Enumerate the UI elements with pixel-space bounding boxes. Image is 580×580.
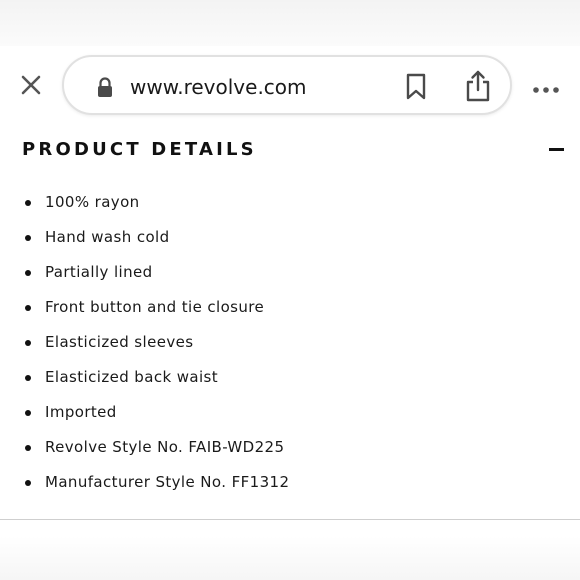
bullet-icon <box>25 340 31 346</box>
close-icon[interactable] <box>17 71 45 99</box>
bullet-icon <box>25 270 31 276</box>
bullet-icon <box>25 410 31 416</box>
bullet-icon <box>25 235 31 241</box>
section-title: PRODUCT DETAILS <box>22 139 257 160</box>
list-item: Partially lined <box>0 255 580 290</box>
bookmark-icon[interactable] <box>404 73 428 101</box>
bullet-icon <box>25 480 31 486</box>
bullet-icon <box>25 305 31 311</box>
list-item: Imported <box>0 395 580 430</box>
browser-address-bar: www.revolve.com <box>0 54 580 116</box>
list-item-text: Revolve Style No. FAIB-WD225 <box>45 438 285 456</box>
section-divider <box>0 519 580 520</box>
list-item-text: Imported <box>45 403 117 421</box>
list-item: Elasticized back waist <box>0 360 580 395</box>
list-item: Revolve Style No. FAIB-WD225 <box>0 430 580 465</box>
list-item: Manufacturer Style No. FF1312 <box>0 465 580 500</box>
list-item: Hand wash cold <box>0 220 580 255</box>
minus-icon[interactable] <box>549 148 564 151</box>
url-field[interactable]: www.revolve.com <box>62 55 512 115</box>
bullet-icon <box>25 375 31 381</box>
list-item-text: Elasticized back waist <box>45 368 219 386</box>
list-item: Front button and tie closure <box>0 290 580 325</box>
url-text: www.revolve.com <box>130 75 307 99</box>
product-details-list: 100% rayon Hand wash cold Partially line… <box>0 185 580 500</box>
list-item-text: Partially lined <box>45 263 153 281</box>
bullet-icon <box>25 200 31 206</box>
list-item-text: Hand wash cold <box>45 228 170 246</box>
bullet-icon <box>25 445 31 451</box>
list-item: Elasticized sleeves <box>0 325 580 360</box>
list-item-text: Elasticized sleeves <box>45 333 194 351</box>
product-details-header[interactable]: PRODUCT DETAILS <box>0 128 580 172</box>
share-icon[interactable] <box>464 69 492 103</box>
more-horizontal-icon[interactable] <box>532 80 560 93</box>
list-item-text: Manufacturer Style No. FF1312 <box>45 473 290 491</box>
list-item-text: Front button and tie closure <box>45 298 265 316</box>
bottom-page-edge <box>0 536 580 580</box>
lock-icon <box>96 76 114 98</box>
list-item-text: 100% rayon <box>45 193 140 211</box>
list-item: 100% rayon <box>0 185 580 220</box>
top-page-edge <box>0 0 580 46</box>
